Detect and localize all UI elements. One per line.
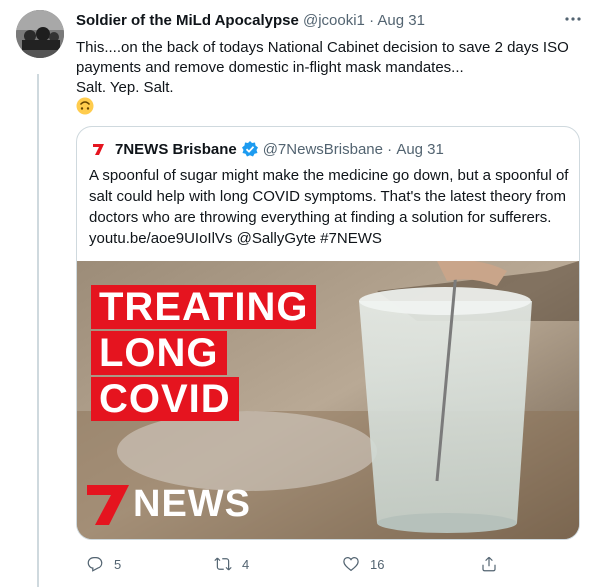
retweet-icon xyxy=(214,557,232,571)
title-line-1: TREATING xyxy=(91,285,317,329)
share-button[interactable] xyxy=(480,552,508,576)
tweet-actions: 5 4 16 xyxy=(76,552,586,576)
tweet-date[interactable]: Aug 31 xyxy=(377,12,425,29)
quoted-handle[interactable]: @7NewsBrisbane xyxy=(263,141,383,158)
verified-badge-icon xyxy=(241,140,259,158)
reply-count: 5 xyxy=(114,556,122,572)
retweet-button[interactable]: 4 xyxy=(214,552,249,576)
thumbnail-title: TREATING LONG COVID xyxy=(91,285,317,423)
quoted-date[interactable]: Aug 31 xyxy=(396,141,444,158)
video-thumbnail[interactable]: TREATING LONG COVID NEWS xyxy=(77,261,579,539)
quoted-author-name[interactable]: 7NEWS Brisbane xyxy=(115,141,237,158)
avatar[interactable] xyxy=(16,10,64,58)
title-line-3: COVID xyxy=(91,377,239,421)
quoted-tweet[interactable]: 7NEWS Brisbane @7NewsBrisbane · Aug 31 A… xyxy=(76,126,580,540)
quoted-text: A spoonful of sugar might make the medic… xyxy=(89,167,569,247)
more-options-icon[interactable] xyxy=(562,10,584,30)
tweet-header: Soldier of the MiLd Apocalypse @jcooki1 … xyxy=(76,12,576,32)
7news-logo: NEWS xyxy=(85,479,251,529)
share-icon xyxy=(482,556,496,572)
separator-dot: · xyxy=(369,12,375,29)
tweet-text: This....on the back of todays National C… xyxy=(76,38,576,98)
7news-avatar-icon[interactable] xyxy=(89,139,109,159)
thread-line xyxy=(37,74,39,587)
quoted-separator-dot: · xyxy=(387,140,393,158)
retweet-count: 4 xyxy=(242,556,250,572)
heart-icon xyxy=(343,557,359,572)
reply-button[interactable]: 5 xyxy=(86,552,121,576)
author-name[interactable]: Soldier of the MiLd Apocalypse xyxy=(76,12,299,29)
like-button[interactable]: 16 xyxy=(342,552,384,576)
upside-down-face-emoji-icon xyxy=(76,97,96,117)
author-handle[interactable]: @jcooki1 xyxy=(303,12,365,29)
reply-icon xyxy=(87,557,103,572)
news-word: NEWS xyxy=(133,482,251,525)
like-count: 16 xyxy=(370,556,385,572)
tweet-text-main: This....on the back of todays National C… xyxy=(76,39,569,76)
seven-logo-icon xyxy=(87,485,129,525)
quoted-header: 7NEWS Brisbane @7NewsBrisbane · Aug 31 xyxy=(89,139,444,159)
tweet-text-line2: Salt. Yep. Salt. xyxy=(76,79,174,96)
title-line-2: LONG xyxy=(91,331,227,375)
